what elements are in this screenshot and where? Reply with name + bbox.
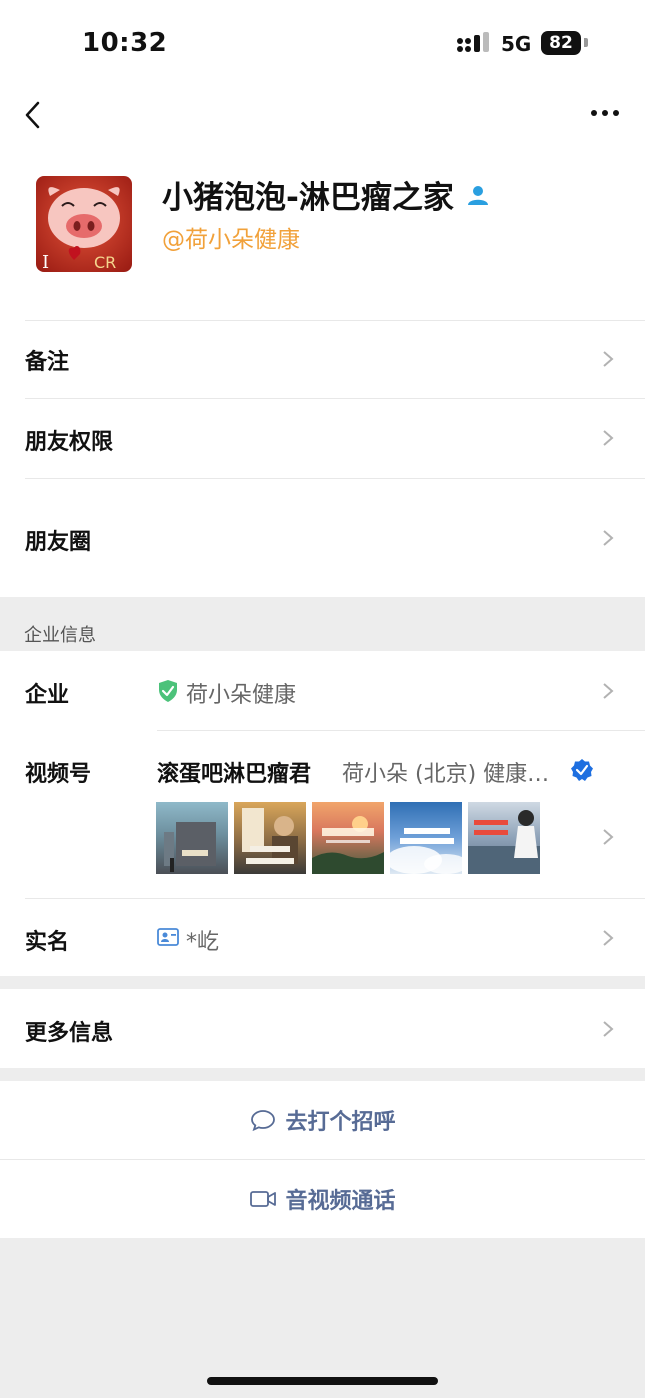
chat-bubble-icon <box>251 1110 276 1132</box>
chevron-right-icon <box>603 930 614 946</box>
status-bar: 10:32 5G 82 <box>0 0 645 88</box>
nav-bar <box>0 88 645 150</box>
chevron-right-icon <box>603 829 614 845</box>
network-type: 5G <box>501 32 532 56</box>
moments-row[interactable]: 朋友圈 <box>0 478 645 597</box>
video-thumbnail[interactable] <box>234 802 306 874</box>
company-row[interactable]: 企业 荷小朵健康 <box>0 651 645 730</box>
video-call-button[interactable]: 音视频通话 <box>0 1160 645 1238</box>
avatar-letter-i: I <box>42 252 49 272</box>
send-greeting-button[interactable]: 去打个招呼 <box>0 1081 645 1159</box>
moments-label: 朋友圈 <box>25 530 92 555</box>
video-call-label: 音视频通话 <box>285 1189 396 1214</box>
divider <box>25 478 645 479</box>
video-camera-icon <box>250 1191 277 1207</box>
enterprise-section-title: 企业信息 <box>0 597 645 651</box>
avatar[interactable]: I CR <box>36 176 132 272</box>
contact-person-icon <box>467 185 488 205</box>
video-thumbnail[interactable] <box>468 802 540 874</box>
remark-label: 备注 <box>25 350 70 375</box>
more-info-label: 更多信息 <box>25 1021 114 1046</box>
friend-permissions-row[interactable]: 朋友权限 <box>0 398 645 478</box>
channel-org: 荷小朵 (北京) 健康… <box>342 762 550 787</box>
company-value: 荷小朵健康 <box>186 683 297 708</box>
friend-permissions-label: 朋友权限 <box>25 430 114 455</box>
battery-tip <box>584 38 588 47</box>
divider <box>25 320 645 321</box>
id-card-icon <box>157 928 179 946</box>
greeting-label: 去打个招呼 <box>285 1110 396 1135</box>
avatar-letters-cr: CR <box>94 253 116 272</box>
profile-header: I CR 小猪泡泡-淋巴瘤之家 @荷小朵健康 <box>0 150 645 320</box>
status-time: 10:32 <box>82 28 168 58</box>
more-icon[interactable] <box>590 108 620 118</box>
company-tag[interactable]: @荷小朵健康 <box>162 220 300 254</box>
company-label: 企业 <box>25 683 70 708</box>
signal-icon <box>457 32 489 52</box>
home-indicator[interactable] <box>207 1377 438 1385</box>
chevron-right-icon <box>603 530 614 546</box>
section-title-text: 企业信息 <box>24 625 96 646</box>
channel-name: 滚蛋吧淋巴瘤君 <box>157 762 312 787</box>
chevron-right-icon <box>603 351 614 367</box>
verified-shield-icon <box>159 680 177 702</box>
video-thumbnail[interactable] <box>312 802 384 874</box>
battery-icon: 82 <box>541 31 581 55</box>
name-row: 小猪泡泡-淋巴瘤之家 <box>162 172 490 217</box>
back-arrow-icon[interactable] <box>24 100 44 130</box>
contact-name: 小猪泡泡-淋巴瘤之家 <box>162 180 454 216</box>
video-thumbnail[interactable] <box>156 802 228 874</box>
remark-row[interactable]: 备注 <box>0 320 645 398</box>
realname-value: *屹 <box>186 930 220 955</box>
channel-thumbnails <box>156 802 540 874</box>
more-info-row[interactable]: 更多信息 <box>0 989 645 1068</box>
chevron-right-icon <box>603 683 614 699</box>
divider <box>157 730 645 731</box>
video-thumbnail[interactable] <box>390 802 462 874</box>
realname-row[interactable]: 实名 <box>0 898 645 976</box>
divider <box>25 398 645 399</box>
realname-label: 实名 <box>25 930 70 955</box>
verified-badge-icon <box>571 759 593 781</box>
chevron-right-icon <box>603 430 614 446</box>
chevron-right-icon <box>603 1021 614 1037</box>
channels-label: 视频号 <box>25 762 92 787</box>
divider <box>25 898 645 899</box>
